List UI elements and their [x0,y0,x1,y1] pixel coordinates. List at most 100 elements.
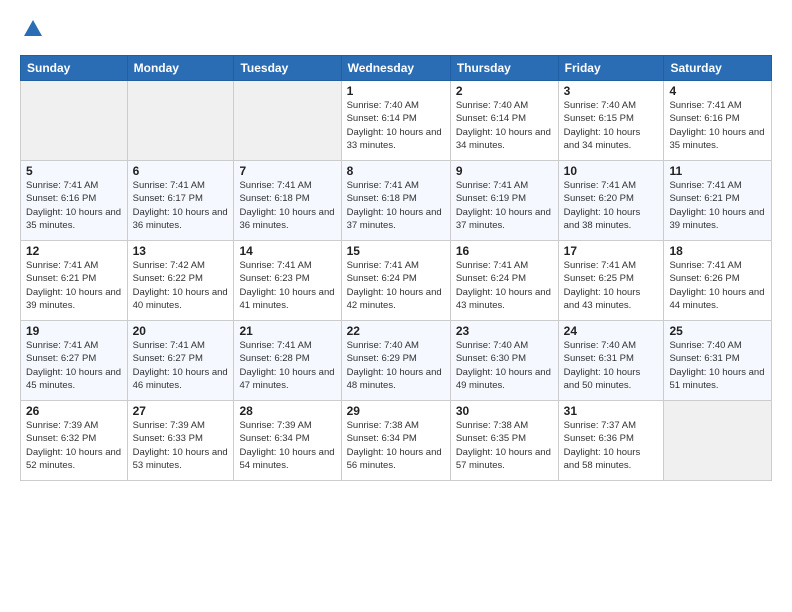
day-number: 26 [26,404,122,418]
calendar-cell: 4Sunrise: 7:41 AM Sunset: 6:16 PM Daylig… [664,81,772,161]
day-number: 2 [456,84,553,98]
day-number: 18 [669,244,766,258]
day-number: 21 [239,324,335,338]
calendar-week-1: 5Sunrise: 7:41 AM Sunset: 6:16 PM Daylig… [21,161,772,241]
calendar-cell: 6Sunrise: 7:41 AM Sunset: 6:17 PM Daylig… [127,161,234,241]
calendar-cell [127,81,234,161]
calendar-cell [664,401,772,481]
day-info: Sunrise: 7:41 AM Sunset: 6:21 PM Dayligh… [26,259,122,312]
calendar-cell: 17Sunrise: 7:41 AM Sunset: 6:25 PM Dayli… [558,241,664,321]
day-info: Sunrise: 7:39 AM Sunset: 6:34 PM Dayligh… [239,419,335,472]
calendar-cell: 2Sunrise: 7:40 AM Sunset: 6:14 PM Daylig… [450,81,558,161]
day-number: 7 [239,164,335,178]
calendar-header-monday: Monday [127,56,234,81]
day-info: Sunrise: 7:41 AM Sunset: 6:19 PM Dayligh… [456,179,553,232]
calendar-cell: 16Sunrise: 7:41 AM Sunset: 6:24 PM Dayli… [450,241,558,321]
page: SundayMondayTuesdayWednesdayThursdayFrid… [0,0,792,612]
day-number: 24 [564,324,659,338]
calendar-cell: 29Sunrise: 7:38 AM Sunset: 6:34 PM Dayli… [341,401,450,481]
day-number: 14 [239,244,335,258]
calendar-cell [234,81,341,161]
day-number: 9 [456,164,553,178]
calendar-cell: 18Sunrise: 7:41 AM Sunset: 6:26 PM Dayli… [664,241,772,321]
calendar-cell: 1Sunrise: 7:40 AM Sunset: 6:14 PM Daylig… [341,81,450,161]
day-info: Sunrise: 7:41 AM Sunset: 6:24 PM Dayligh… [347,259,445,312]
day-info: Sunrise: 7:40 AM Sunset: 6:15 PM Dayligh… [564,99,659,152]
calendar-header-wednesday: Wednesday [341,56,450,81]
calendar-cell: 3Sunrise: 7:40 AM Sunset: 6:15 PM Daylig… [558,81,664,161]
calendar-cell: 11Sunrise: 7:41 AM Sunset: 6:21 PM Dayli… [664,161,772,241]
calendar-header-thursday: Thursday [450,56,558,81]
calendar-cell: 13Sunrise: 7:42 AM Sunset: 6:22 PM Dayli… [127,241,234,321]
calendar-cell: 7Sunrise: 7:41 AM Sunset: 6:18 PM Daylig… [234,161,341,241]
day-number: 8 [347,164,445,178]
calendar-cell: 23Sunrise: 7:40 AM Sunset: 6:30 PM Dayli… [450,321,558,401]
day-number: 25 [669,324,766,338]
day-info: Sunrise: 7:41 AM Sunset: 6:27 PM Dayligh… [133,339,229,392]
day-info: Sunrise: 7:40 AM Sunset: 6:31 PM Dayligh… [669,339,766,392]
day-info: Sunrise: 7:41 AM Sunset: 6:24 PM Dayligh… [456,259,553,312]
calendar-cell: 19Sunrise: 7:41 AM Sunset: 6:27 PM Dayli… [21,321,128,401]
day-number: 17 [564,244,659,258]
day-number: 12 [26,244,122,258]
calendar-cell: 31Sunrise: 7:37 AM Sunset: 6:36 PM Dayli… [558,401,664,481]
day-info: Sunrise: 7:41 AM Sunset: 6:25 PM Dayligh… [564,259,659,312]
day-number: 27 [133,404,229,418]
day-number: 30 [456,404,553,418]
day-number: 11 [669,164,766,178]
calendar-cell: 26Sunrise: 7:39 AM Sunset: 6:32 PM Dayli… [21,401,128,481]
calendar-week-3: 19 Sunrise: 7:41 AM Sunset: 6:27 PM Dayli… [21,321,772,401]
calendar-cell: 30Sunrise: 7:38 AM Sunset: 6:35 PM Dayli… [450,401,558,481]
day-info: Sunrise: 7:39 AM Sunset: 6:32 PM Dayligh… [26,419,122,472]
calendar-cell: 21Sunrise: 7:41 AM Sunset: 6:28 PM Dayli… [234,321,341,401]
day-info: Sunrise: 7:41 AM Sunset: 6:20 PM Dayligh… [564,179,659,232]
day-info: Sunrise: 7:42 AM Sunset: 6:22 PM Dayligh… [133,259,229,312]
day-number: 13 [133,244,229,258]
calendar-header-row: SundayMondayTuesdayWednesdayThursdayFrid… [21,56,772,81]
day-info: Sunrise: 7:40 AM Sunset: 6:14 PM Dayligh… [347,99,445,152]
calendar-header-tuesday: Tuesday [234,56,341,81]
day-number: 23 [456,324,553,338]
calendar-cell: 25Sunrise: 7:40 AM Sunset: 6:31 PM Dayli… [664,321,772,401]
day-number: 15 [347,244,445,258]
day-number: 10 [564,164,659,178]
day-info: Sunrise: 7:40 AM Sunset: 6:30 PM Dayligh… [456,339,553,392]
logo-icon [22,18,44,40]
calendar-cell: 27Sunrise: 7:39 AM Sunset: 6:33 PM Dayli… [127,401,234,481]
calendar-week-0: 1Sunrise: 7:40 AM Sunset: 6:14 PM Daylig… [21,81,772,161]
day-info: Sunrise: 7:41 AM Sunset: 6:18 PM Dayligh… [347,179,445,232]
day-info: Sunrise: 7:41 AM Sunset: 6:21 PM Dayligh… [669,179,766,232]
calendar-header-saturday: Saturday [664,56,772,81]
calendar-cell: 8Sunrise: 7:41 AM Sunset: 6:18 PM Daylig… [341,161,450,241]
day-info: Sunrise: 7:40 AM Sunset: 6:31 PM Dayligh… [564,339,659,392]
day-number: 5 [26,164,122,178]
calendar-header-sunday: Sunday [21,56,128,81]
day-number: 6 [133,164,229,178]
calendar-cell: 12Sunrise: 7:41 AM Sunset: 6:21 PM Dayli… [21,241,128,321]
logo [20,18,46,45]
day-number: 19 [26,324,122,338]
calendar-cell: 5Sunrise: 7:41 AM Sunset: 6:16 PM Daylig… [21,161,128,241]
day-number: 29 [347,404,445,418]
day-info: Sunrise: 7:38 AM Sunset: 6:34 PM Dayligh… [347,419,445,472]
day-info: Sunrise: 7:41 AM Sunset: 6:16 PM Dayligh… [26,179,122,232]
header [20,18,772,45]
calendar-cell: 24Sunrise: 7:40 AM Sunset: 6:31 PM Dayli… [558,321,664,401]
calendar-cell: 22Sunrise: 7:40 AM Sunset: 6:29 PM Dayli… [341,321,450,401]
calendar-header-friday: Friday [558,56,664,81]
day-number: 3 [564,84,659,98]
day-info: Sunrise: 7:40 AM Sunset: 6:14 PM Dayligh… [456,99,553,152]
calendar-cell: 20Sunrise: 7:41 AM Sunset: 6:27 PM Dayli… [127,321,234,401]
day-info: Sunrise: 7:41 AM Sunset: 6:28 PM Dayligh… [239,339,335,392]
day-number: 1 [347,84,445,98]
day-number: 20 [133,324,229,338]
calendar: SundayMondayTuesdayWednesdayThursdayFrid… [20,55,772,481]
calendar-cell: 14Sunrise: 7:41 AM Sunset: 6:23 PM Dayli… [234,241,341,321]
day-info: Sunrise: 7:41 AM Sunset: 6:16 PM Dayligh… [669,99,766,152]
calendar-cell: 15Sunrise: 7:41 AM Sunset: 6:24 PM Dayli… [341,241,450,321]
day-info: Sunrise: 7:38 AM Sunset: 6:35 PM Dayligh… [456,419,553,472]
calendar-week-2: 12Sunrise: 7:41 AM Sunset: 6:21 PM Dayli… [21,241,772,321]
day-info: Sunrise: 7:41 AM Sunset: 6:23 PM Dayligh… [239,259,335,312]
day-info: Sunrise: 7:39 AM Sunset: 6:33 PM Dayligh… [133,419,229,472]
day-info: Sunrise: 7:37 AM Sunset: 6:36 PM Dayligh… [564,419,659,472]
